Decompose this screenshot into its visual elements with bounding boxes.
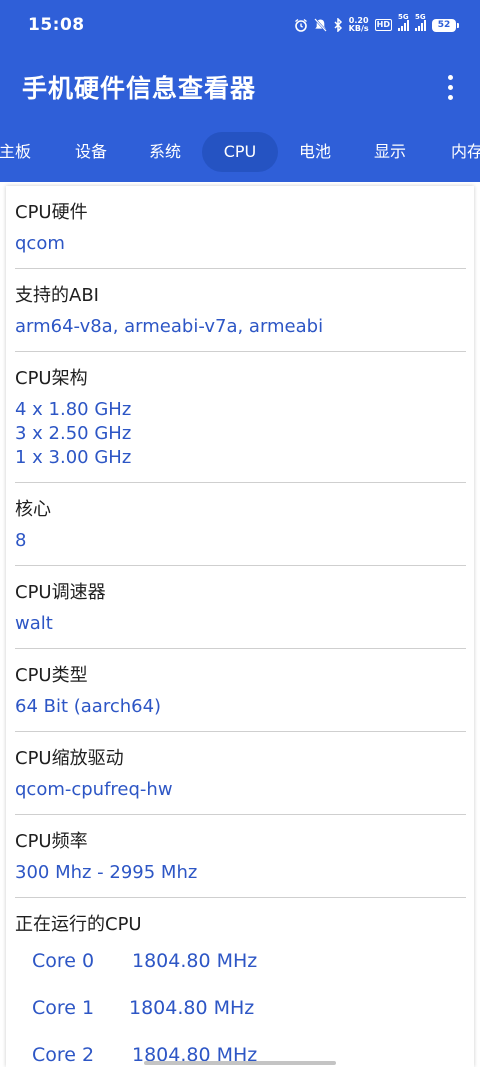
app-title: 手机硬件信息查看器 (22, 74, 257, 103)
info-row-cpu-type: CPU类型 64 Bit (aarch64) (15, 649, 466, 732)
info-label: 支持的ABI (15, 285, 99, 306)
info-row-cpu-governor: CPU调速器 walt (15, 566, 466, 649)
mute-bell-icon (313, 18, 327, 32)
signal-icon-1: 5G (398, 13, 409, 31)
core-name: Core 1 (32, 997, 95, 1019)
info-label: 核心 (15, 499, 51, 520)
core-row: Core 1 1804.80 MHz (15, 985, 466, 1032)
info-label: CPU硬件 (15, 202, 88, 223)
core-name: Core 2 (32, 1044, 95, 1066)
info-row-supported-abi: 支持的ABI arm64-v8a, armeabi-v7a, armeabi (15, 269, 466, 352)
status-time: 15:08 (28, 15, 85, 35)
info-row-cpu-hardware: CPU硬件 qcom (15, 186, 466, 269)
alarm-icon (294, 18, 308, 32)
info-label: CPU类型 (15, 665, 88, 686)
info-row-running-cpu: 正在运行的CPU Core 0 1804.80 MHz Core 1 1804.… (15, 898, 466, 1067)
info-row-cpu-architecture: CPU架构 4 x 1.80 GHz 3 x 2.50 GHz 1 x 3.00… (15, 352, 466, 483)
tab-cpu[interactable]: CPU (202, 132, 278, 172)
gesture-home-bar[interactable] (144, 1061, 336, 1065)
core-frequency: 1804.80 MHz (129, 997, 255, 1019)
cpu-info-card[interactable]: CPU硬件 qcom 支持的ABI arm64-v8a, armeabi-v7a… (6, 186, 474, 1067)
info-value: 8 (15, 530, 27, 551)
status-bar: 15:08 0.20 KB/s HD 5G 5G 52 (0, 0, 480, 50)
tab-device[interactable]: 设备 (60, 132, 122, 172)
tab-system[interactable]: 系统 (134, 132, 196, 172)
tab-bar: 主板 设备 系统 CPU 电池 显示 内存 (0, 124, 480, 182)
info-value: qcom (15, 233, 65, 254)
tab-memory[interactable]: 内存 (436, 132, 480, 172)
info-label: CPU调速器 (15, 582, 106, 603)
core-row: Core 0 1804.80 MHz (15, 938, 466, 985)
bluetooth-icon (333, 18, 343, 32)
info-label: CPU缩放驱动 (15, 748, 124, 769)
info-row-cpu-scaling-driver: CPU缩放驱动 qcom-cpufreq-hw (15, 732, 466, 815)
info-label: 正在运行的CPU (15, 914, 142, 935)
hd-voice-badge: HD (374, 19, 392, 31)
overflow-menu-icon[interactable] (438, 67, 462, 107)
tab-display[interactable]: 显示 (359, 132, 421, 172)
core-frequency: 1804.80 MHz (132, 950, 258, 972)
info-value: qcom-cpufreq-hw (15, 779, 173, 800)
info-row-cores: 核心 8 (15, 483, 466, 566)
tab-mainboard[interactable]: 主板 (0, 132, 44, 172)
info-value: 4 x 1.80 GHz 3 x 2.50 GHz 1 x 3.00 GHz (15, 399, 132, 468)
status-icons: 0.20 KB/s HD 5G 5G 52 (294, 13, 459, 33)
network-speed: 0.20 KB/s (348, 16, 369, 33)
battery-icon: 52 (432, 18, 459, 32)
info-value: arm64-v8a, armeabi-v7a, armeabi (15, 316, 324, 337)
signal-icon-2: 5G (415, 13, 426, 31)
tab-battery[interactable]: 电池 (284, 132, 346, 172)
app-bar: 手机硬件信息查看器 (0, 50, 480, 124)
info-value: walt (15, 613, 53, 634)
info-row-cpu-frequency: CPU频率 300 Mhz - 2995 Mhz (15, 815, 466, 898)
info-label: CPU频率 (15, 831, 88, 852)
info-label: CPU架构 (15, 368, 88, 389)
info-value: 64 Bit (aarch64) (15, 696, 162, 717)
core-name: Core 0 (32, 950, 95, 972)
info-value: 300 Mhz - 2995 Mhz (15, 862, 198, 883)
